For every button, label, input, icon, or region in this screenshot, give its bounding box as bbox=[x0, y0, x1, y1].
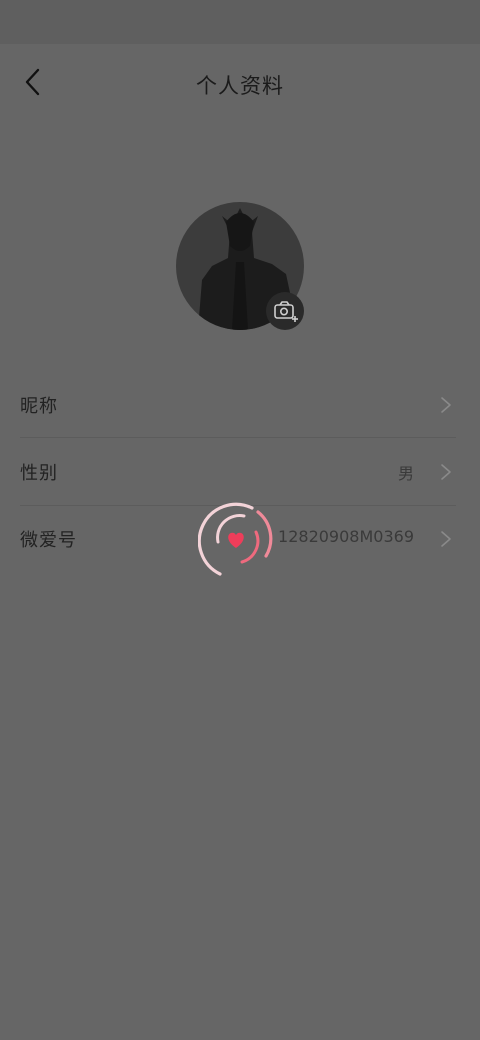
gender-value: 男 bbox=[397, 464, 414, 483]
chevron-right-icon bbox=[441, 531, 451, 547]
chevron-right-icon bbox=[441, 397, 451, 413]
top-nav-bar: 个人资料 bbox=[0, 44, 480, 124]
chevron-right-icon bbox=[441, 464, 451, 480]
nickname-row[interactable]: 昵称 bbox=[20, 372, 456, 438]
status-bar bbox=[0, 0, 480, 44]
loading-spinner bbox=[197, 500, 274, 580]
heart-spinner-icon bbox=[197, 502, 273, 576]
gender-row[interactable]: 性别 男 bbox=[20, 439, 456, 505]
avatar-section bbox=[176, 202, 306, 332]
divider bbox=[20, 437, 456, 438]
weiai-id-label: 微爱号 bbox=[20, 530, 77, 551]
nickname-label: 昵称 bbox=[20, 396, 58, 417]
camera-add-icon bbox=[274, 301, 298, 322]
page-title: 个人资料 bbox=[196, 74, 284, 98]
change-avatar-button[interactable] bbox=[266, 292, 304, 330]
weiai-id-value: 12820908M0369 bbox=[278, 527, 414, 546]
gender-label: 性别 bbox=[20, 463, 58, 484]
